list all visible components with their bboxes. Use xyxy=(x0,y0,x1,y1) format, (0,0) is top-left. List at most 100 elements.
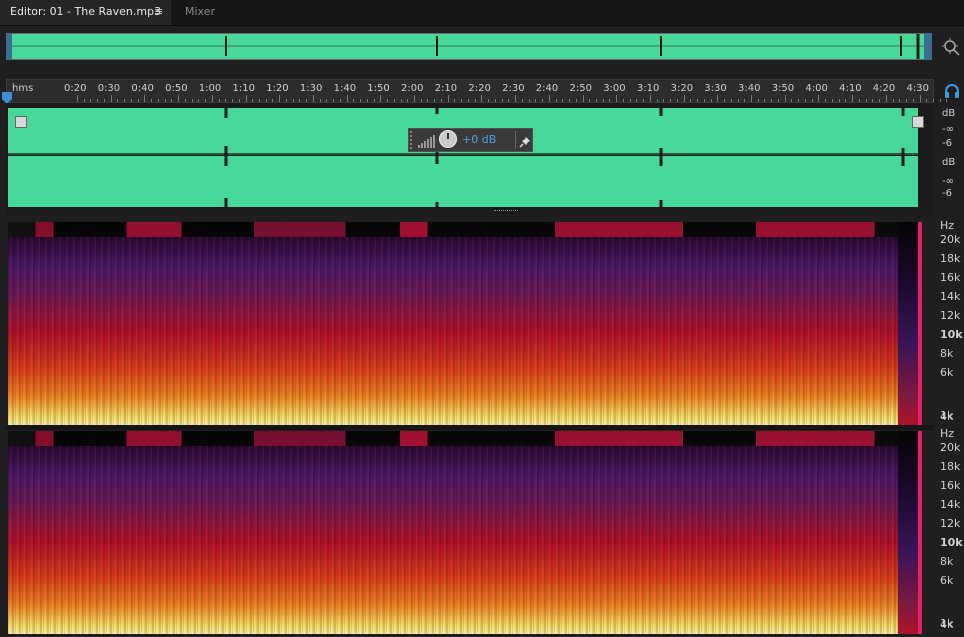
db-label: -6 xyxy=(942,188,952,199)
ruler-minor-tick xyxy=(137,99,139,102)
hz-label: 18k xyxy=(940,460,961,473)
overview-left-handle[interactable] xyxy=(6,33,12,60)
ruler-minor-tick xyxy=(130,99,132,102)
ruler-tick-label: 2:40 xyxy=(535,83,559,94)
hz-label: 6k xyxy=(940,366,954,379)
ruler-tick-mark xyxy=(515,95,517,102)
ruler-minor-tick xyxy=(171,99,173,102)
ruler-tick-label: 3:50 xyxy=(771,83,795,94)
ruler-minor-tick xyxy=(488,99,490,102)
ruler-minor-tick xyxy=(97,99,99,102)
ruler-tick-mark xyxy=(818,95,820,102)
ruler-tick-mark xyxy=(279,95,281,102)
ruler-tick-label: 2:30 xyxy=(502,83,525,94)
ruler-minor-tick xyxy=(602,99,604,102)
tab-editor[interactable]: Editor: 01 - The Raven.mp3 ≡ xyxy=(0,0,171,25)
spectral-display-right[interactable] xyxy=(8,431,922,634)
ruler-minor-tick xyxy=(407,99,409,102)
ruler-minor-tick xyxy=(825,99,827,102)
ruler-minor-tick xyxy=(798,99,800,102)
ruler-minor-tick xyxy=(676,99,678,102)
tab-mixer[interactable]: Mixer xyxy=(172,0,232,25)
ruler-minor-tick xyxy=(730,99,732,102)
fade-in-handle[interactable] xyxy=(15,116,27,128)
ruler-tick-mark xyxy=(110,95,112,102)
ruler-minor-tick xyxy=(764,99,766,102)
ruler-minor-tick xyxy=(777,99,779,102)
ruler-minor-tick xyxy=(535,99,537,102)
ruler-tick-label: 1:40 xyxy=(333,83,357,94)
hz-label: 20k xyxy=(940,441,961,454)
ruler-minor-tick xyxy=(521,99,523,102)
ruler-minor-tick xyxy=(595,99,597,102)
ruler-tick-label: 3:10 xyxy=(636,83,660,94)
ruler-tick-mark xyxy=(616,95,618,102)
pin-icon[interactable] xyxy=(519,133,531,148)
ruler-minor-tick xyxy=(218,99,220,102)
hz-label: 16k xyxy=(940,479,961,492)
hz-label: Hz xyxy=(940,219,955,232)
ruler-minor-tick xyxy=(569,99,571,102)
ruler-minor-tick xyxy=(858,99,860,102)
waveform-transients xyxy=(224,108,920,208)
spectral-display-left[interactable] xyxy=(8,222,922,425)
volume-knob[interactable] xyxy=(439,130,457,148)
db-label: -∞ xyxy=(942,124,954,135)
ruler-minor-tick xyxy=(258,99,260,102)
ruler-minor-tick xyxy=(562,99,564,102)
ruler-minor-tick xyxy=(926,99,928,102)
ruler-minor-tick xyxy=(542,99,544,102)
ruler-tick-label: 0:20 xyxy=(64,83,87,94)
ruler-tick-mark xyxy=(312,95,314,102)
fade-out-handle[interactable] xyxy=(912,116,924,128)
ruler-minor-tick xyxy=(528,99,530,102)
ruler-minor-tick xyxy=(656,99,658,102)
ruler-minor-tick xyxy=(757,99,759,102)
overview-right-handle[interactable] xyxy=(924,33,932,60)
ruler-minor-tick xyxy=(703,99,705,102)
ruler-tick-mark xyxy=(346,95,348,102)
hud-divider xyxy=(515,131,516,149)
ruler-tick-mark xyxy=(548,95,550,102)
tab-mixer-label: Mixer xyxy=(185,5,216,18)
volume-value[interactable]: +0 dB xyxy=(462,133,496,146)
ruler-minor-tick xyxy=(326,99,328,102)
ruler-minor-tick xyxy=(157,99,159,102)
ruler-minor-tick xyxy=(333,99,335,102)
ruler-tick-label: 4:00 xyxy=(805,83,828,94)
hud-grip[interactable] xyxy=(410,131,416,149)
ruler-tick-label: 2:00 xyxy=(401,83,424,94)
ruler-minor-tick xyxy=(501,99,503,102)
ruler-minor-tick xyxy=(103,99,105,102)
ruler-minor-tick xyxy=(285,99,287,102)
ruler-minor-tick xyxy=(373,99,375,102)
ruler-tick-mark xyxy=(414,95,415,102)
ruler-minor-tick xyxy=(454,99,456,102)
ruler-tick-label: 1:10 xyxy=(232,83,255,94)
ruler-minor-tick xyxy=(238,99,240,102)
time-ruler[interactable]: hms 0:20 0:30 0:40 0:50 1:00 1:10 1:20 1:30 1:40… xyxy=(6,79,948,103)
ruler-minor-tick xyxy=(643,99,645,102)
tab-menu-icon[interactable]: ≡ xyxy=(154,0,163,24)
level-bars-icon xyxy=(418,133,436,148)
hz-label: 12k xyxy=(940,517,961,530)
ruler-tick-label: 3:40 xyxy=(738,83,761,94)
ruler-minor-tick xyxy=(744,99,746,102)
headphones-icon[interactable] xyxy=(944,83,960,98)
hz-label: 14k xyxy=(940,290,961,303)
ruler-minor-tick xyxy=(737,99,739,102)
panel-resize-handle[interactable] xyxy=(494,210,518,215)
overview-navigator[interactable] xyxy=(6,33,931,60)
ruler-minor-tick xyxy=(575,99,577,102)
db-label: -6 xyxy=(942,138,952,149)
ruler-tick-mark xyxy=(885,95,887,102)
ruler-tick-mark xyxy=(852,95,854,102)
ruler-minor-tick xyxy=(663,99,665,102)
playhead-marker[interactable] xyxy=(2,89,12,104)
hz-label: 6k xyxy=(940,574,954,587)
ruler-tick-mark xyxy=(380,95,382,102)
ruler-tick-label: 4:20 xyxy=(872,83,896,94)
ruler-tick-mark xyxy=(649,95,651,102)
zoom-icon[interactable] xyxy=(941,37,961,57)
hz-label: 8k xyxy=(940,555,954,568)
